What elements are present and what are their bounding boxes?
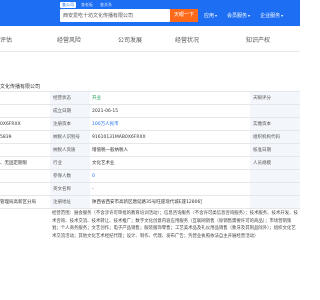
table-row: 成立日期 2021-06-15 xyxy=(0,104,300,117)
field-label xyxy=(250,196,300,208)
business-info-section: 文化传播有限公司 经营状态 开业 天眼评分 成立日期 2021-06-15 0X6FRXX… xyxy=(0,52,300,300)
table-row: 参保人数 0 xyxy=(0,169,300,182)
field-label: 经营状态 xyxy=(50,92,90,104)
field-label: 实缴资本 xyxy=(250,118,300,130)
scope-tab-relation[interactable]: 查关系 xyxy=(98,2,114,8)
company-name: 文化传播有限公司 xyxy=(0,84,41,90)
section-nav: 评估 经营风险 公司发展 经营状况 知识产权 xyxy=(0,26,300,52)
nav-item-operations[interactable]: 经营状况 xyxy=(175,35,199,44)
scope-tab-boss[interactable]: 查老板 xyxy=(79,2,95,8)
chevron-down-icon: ▾ xyxy=(248,13,251,18)
field-label: 成立日期 xyxy=(50,105,90,117)
field-label: 英文名称 xyxy=(50,183,90,195)
nav-item-development[interactable]: 公司发展 xyxy=(118,35,142,44)
table-row: 管理局高新区分局 注册地址 陕西省西安市高新区唐延路35号旺座现代城E座12806室… xyxy=(0,195,300,208)
top-actions: 应用 ▾ 会员服务 ▾ 企业服务 ▾ xyxy=(204,9,283,22)
field-label xyxy=(250,105,300,117)
enterprise-label: 企业服务 xyxy=(260,13,281,19)
nav-item-ip[interactable]: 知识产权 xyxy=(246,35,270,44)
table-row: 0X6FRXX 注册资本 100万人民币 实缴资本 xyxy=(0,117,300,130)
field-label xyxy=(250,183,300,195)
table-row: 英文名称 - xyxy=(0,182,300,195)
table-row: 经营范围：展会服务（不含涉许可审批的教育培训活动）；信息咨询服务（不含许可类信息… xyxy=(0,208,300,248)
table-row: 、无固定期限 行业 文化艺术业 人员规模 xyxy=(0,156,300,169)
search-button[interactable]: 天眼一下 xyxy=(170,9,198,22)
field-label: 核准日期 xyxy=(250,144,300,156)
field-label: 注册资本 xyxy=(50,118,90,130)
chevron-down-icon: ▾ xyxy=(215,13,218,18)
apps-label: 应用 xyxy=(204,13,215,19)
field-label: 天眼评分 xyxy=(250,92,300,104)
vip-label: 会员服务 xyxy=(227,13,248,19)
chevron-down-icon: ▾ xyxy=(281,13,284,18)
vip-menu[interactable]: 会员服务 ▾ xyxy=(227,12,250,19)
field-label: 参保人数 xyxy=(50,170,90,182)
apps-menu[interactable]: 应用 ▾ xyxy=(204,12,217,19)
search-input[interactable] xyxy=(63,9,167,22)
field-label: 纳税人资质 xyxy=(50,144,90,156)
search-box xyxy=(60,9,170,22)
top-header: 查公司 查老板 查关系 天眼一下 应用▾ 会员服务▾ 企业服务▾ xyxy=(0,0,300,26)
field-label: 纳税人识别号 xyxy=(50,131,90,143)
table-row: 纳税人资质 增值税一般纳税人 核准日期 xyxy=(0,143,300,156)
field-label xyxy=(250,170,300,182)
scope-tab-company[interactable]: 查公司 xyxy=(60,2,76,8)
field-label: 行业 xyxy=(50,157,90,169)
search-scope-tabs: 查公司 查老板 查关系 xyxy=(60,2,114,8)
enterprise-menu[interactable]: 企业服务 ▾ xyxy=(260,12,283,19)
field-label: 人员规模 xyxy=(250,157,300,169)
table-row: 经营状态 开业 天眼评分 xyxy=(0,91,300,104)
nav-item-evaluation[interactable]: 评估 xyxy=(0,35,12,44)
business-scope-text: 经营范围：展会服务（不含涉许可审批的教育培训活动）；信息咨询服务（不含许可类信息… xyxy=(52,211,298,239)
field-label: 组织机构代码 xyxy=(250,131,300,143)
nav-item-risk[interactable]: 经营风险 xyxy=(57,35,81,44)
table-row: 5839 纳税人识别号 91610131MAB0X6FRXX 组织机构代码 xyxy=(0,130,300,143)
field-label: 注册地址 xyxy=(50,196,90,208)
